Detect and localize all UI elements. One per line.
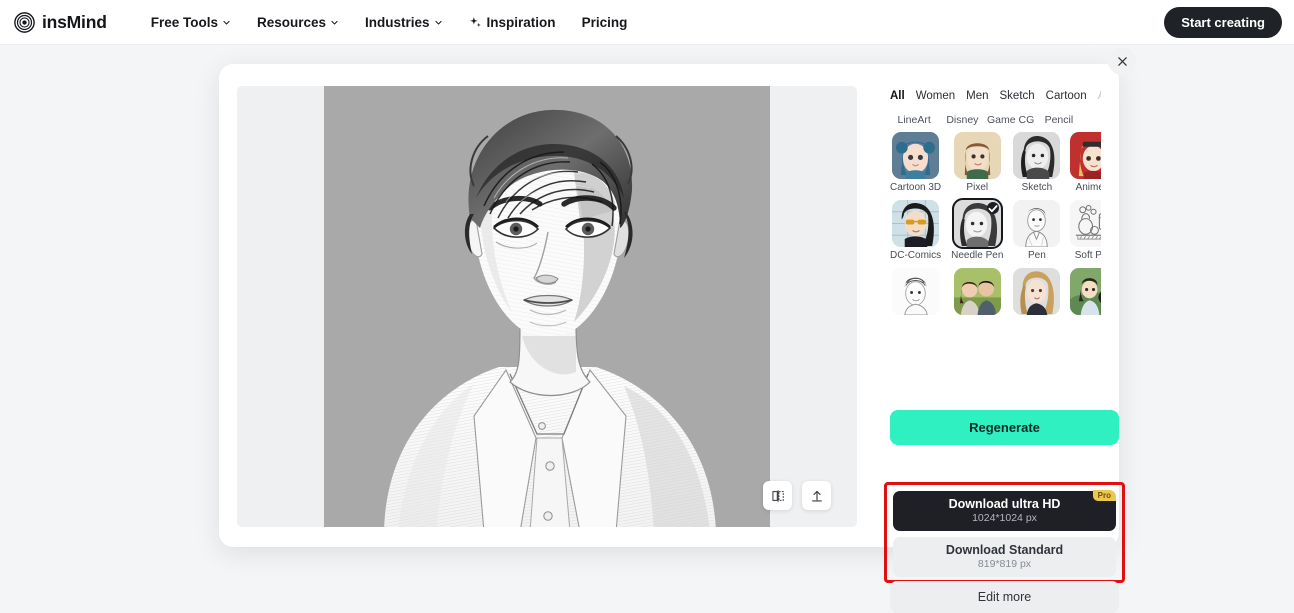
style-thumbnail — [953, 268, 1001, 315]
previous-row-labels: LineArt Disney Game CG Pencil — [872, 114, 1101, 126]
brand-name: insMind — [42, 11, 107, 32]
nav-label-free-tools: Free Tools — [150, 14, 218, 30]
prev-label-gamecg: Game CG — [986, 114, 1035, 126]
nav-label-inspiration: Inspiration — [486, 14, 556, 30]
download-hd-resolution: 1024*1024 px — [972, 512, 1037, 524]
tab-women[interactable]: Women — [916, 90, 955, 102]
pro-badge: Pro — [1092, 490, 1116, 501]
style-thumbnail — [1070, 200, 1101, 247]
style-option-pixel[interactable]: Pixel — [951, 132, 1003, 193]
share-upload-icon[interactable] — [802, 481, 831, 510]
style-option-ghibli[interactable] — [1070, 268, 1101, 318]
style-thumbnail — [1013, 200, 1061, 247]
tab-anime[interactable]: An — [1098, 90, 1101, 102]
nav-label-pricing: Pricing — [581, 14, 628, 30]
style-thumbnail — [951, 198, 1003, 249]
style-option-cartoon-3d[interactable]: Cartoon 3D — [890, 132, 941, 193]
image-preview-canvas — [237, 86, 857, 527]
canvas-tool-group — [763, 481, 831, 510]
style-label: Pen — [1028, 250, 1046, 261]
style-thumbnail — [1013, 268, 1061, 315]
download-standard-resolution: 819*819 px — [977, 558, 1032, 570]
style-panel: All Women Men Sketch Cartoon An ••• Line… — [872, 86, 1125, 613]
style-label: Needle Pen — [951, 250, 1004, 261]
style-option-needle-pen[interactable]: Needle Pen — [951, 198, 1004, 261]
style-label: DC-Comics — [890, 250, 942, 261]
chevron-down-icon — [434, 18, 443, 27]
style-thumbnail — [1070, 268, 1101, 315]
style-thumbnail — [953, 132, 1001, 179]
style-option-anime-3[interactable]: Anime 3 — [1070, 132, 1101, 193]
style-thumbnail — [892, 200, 940, 247]
tab-cartoon[interactable]: Cartoon — [1046, 90, 1087, 102]
download-options-highlight: Download ultra HD 1024*1024 px Pro Downl… — [884, 482, 1125, 583]
style-option-soft-pen[interactable]: Soft Pen — [1070, 200, 1101, 261]
style-option-pen[interactable]: Pen — [1013, 200, 1061, 261]
style-thumbnail — [892, 268, 940, 315]
style-thumbnail — [892, 132, 940, 179]
download-standard-button[interactable]: Download Standard 819*819 px — [893, 537, 1116, 577]
category-tab-bar: All Women Men Sketch Cartoon An ••• — [872, 86, 1101, 106]
prev-label-disney: Disney — [946, 114, 979, 126]
download-hd-title: Download ultra HD — [948, 497, 1061, 511]
style-label: Soft Pen — [1074, 250, 1101, 261]
tab-all[interactable]: All — [890, 90, 905, 102]
nav-item-inspiration[interactable]: Inspiration — [469, 15, 556, 30]
edit-more-button[interactable]: Edit more — [890, 581, 1119, 613]
close-icon[interactable] — [1108, 47, 1136, 75]
nav-label-resources: Resources — [256, 14, 327, 30]
style-option-portrait[interactable] — [1013, 268, 1061, 318]
download-ultra-hd-button[interactable]: Download ultra HD 1024*1024 px Pro — [893, 490, 1116, 531]
compare-view-icon[interactable] — [763, 481, 792, 510]
nav-label-industries: Industries — [365, 14, 430, 30]
top-navigation-bar: insMind Free Tools Resources Industries — [0, 0, 1294, 45]
style-scroll-area[interactable]: LineArt Disney Game CG Pencil Cartoon 3D… — [872, 112, 1101, 419]
nav-item-free-tools[interactable]: Free Tools — [151, 15, 231, 30]
tab-sketch[interactable]: Sketch — [1000, 90, 1035, 102]
style-label: Cartoon 3D — [890, 182, 942, 193]
generated-image[interactable] — [324, 86, 770, 527]
regenerate-button[interactable]: Regenerate — [890, 410, 1119, 445]
style-option-comic[interactable] — [890, 268, 941, 318]
result-modal: All Women Men Sketch Cartoon An ••• Line… — [219, 47, 1136, 613]
prev-label-lineart: LineArt — [897, 114, 931, 126]
brand-logo-link[interactable]: insMind — [14, 12, 107, 33]
portrait-sketch-artwork — [324, 86, 770, 527]
tab-men[interactable]: Men — [966, 90, 988, 102]
nav-item-industries[interactable]: Industries — [365, 15, 443, 30]
style-label: Pixel — [966, 182, 989, 193]
start-creating-button[interactable]: Start creating — [1164, 7, 1282, 38]
nav-item-pricing[interactable]: Pricing — [582, 15, 628, 30]
style-option-couple[interactable] — [951, 268, 1003, 318]
style-grid: Cartoon 3D Pixel Sketch Anim DC-Comics N… — [872, 126, 1101, 318]
style-thumbnail — [1070, 132, 1101, 179]
download-standard-title: Download Standard — [945, 543, 1064, 557]
nav-item-resources[interactable]: Resources — [257, 15, 339, 30]
style-label: Sketch — [1021, 182, 1053, 193]
chevron-down-icon — [330, 18, 339, 27]
chevron-down-icon — [222, 18, 231, 27]
style-option-sketch[interactable]: Sketch — [1013, 132, 1061, 193]
style-label: Anime 3 — [1075, 182, 1101, 193]
sparkle-icon — [469, 16, 483, 29]
selected-check-icon — [986, 202, 999, 214]
style-thumbnail — [1013, 132, 1061, 179]
prev-label-pencil: Pencil — [1044, 114, 1074, 126]
style-option-dc-comics[interactable]: DC-Comics — [890, 200, 941, 261]
main-nav-links: Free Tools Resources Industries Inspirat… — [151, 15, 628, 30]
insmind-logo-icon — [14, 11, 35, 33]
